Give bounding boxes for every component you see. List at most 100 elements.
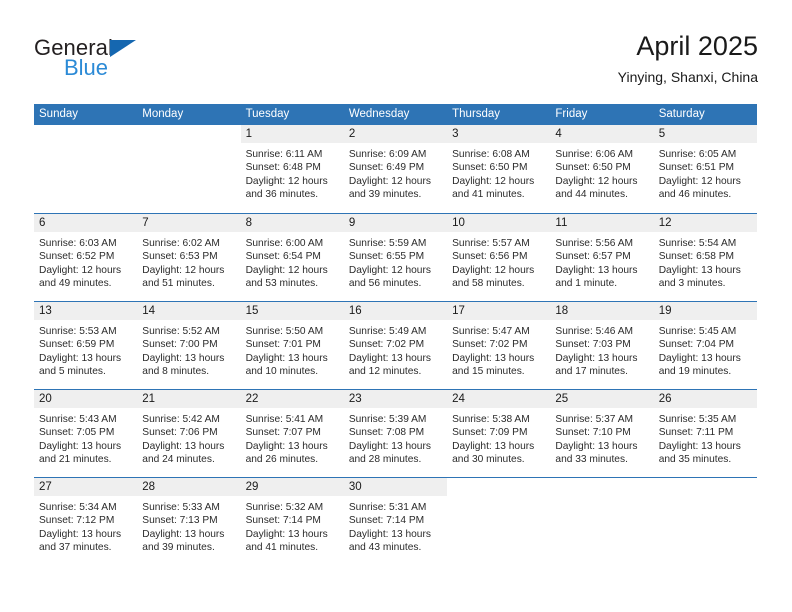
sunrise-time: Sunrise: 5:33 AM <box>142 502 220 513</box>
daylight-duration-line2: and 12 minutes. <box>348 366 422 378</box>
day-cell[interactable]: 23 Sunrise: 5:39 AM Sunset: 7:08 PM Dayligh… <box>343 390 448 477</box>
weekday-header-row: Sunday Monday Tuesday Wednesday Thursday… <box>34 104 757 125</box>
daylight-duration-line2: and 1 minute. <box>555 278 618 290</box>
sunrise-time: Sunrise: 6:08 AM <box>452 149 530 160</box>
daylight-duration-line1: Daylight: 13 hours <box>658 440 741 452</box>
sunset-time: Sunset: 6:52 PM <box>39 251 115 263</box>
day-cell[interactable]: 28 Sunrise: 5:33 AM Sunset: 7:13 PM Dayligh… <box>137 478 241 565</box>
day-cell-empty <box>34 125 138 213</box>
daylight-duration-line1: Daylight: 13 hours <box>142 528 225 540</box>
daylight-duration-line1: Daylight: 13 hours <box>555 264 638 276</box>
general-blue-logo[interactable]: General Blue <box>34 36 214 92</box>
day-cell[interactable]: 12 Sunrise: 5:54 AM Sunset: 6:58 PM Dayligh… <box>653 214 757 301</box>
day-cell[interactable]: 5 Sunrise: 6:05 AM Sunset: 6:51 PM Daylight… <box>653 125 757 213</box>
day-number: 28 <box>142 481 156 493</box>
day-cell[interactable]: 13 Sunrise: 5:53 AM Sunset: 6:59 PM Dayligh… <box>34 302 138 389</box>
daylight-duration-line1: Daylight: 12 hours <box>452 264 535 276</box>
weekday-monday: Monday <box>142 108 184 120</box>
sunrise-time: Sunrise: 5:43 AM <box>39 414 117 425</box>
sunrise-time: Sunrise: 6:03 AM <box>39 238 117 249</box>
calendar-page: General Blue April 2025 Yinying, Shanxi,… <box>0 0 792 612</box>
day-number: 22 <box>245 393 259 405</box>
day-number: 8 <box>245 217 252 229</box>
daylight-duration-line1: Daylight: 13 hours <box>245 528 328 540</box>
sunrise-time: Sunrise: 6:06 AM <box>555 149 633 160</box>
daylight-duration-line2: and 39 minutes. <box>348 189 422 201</box>
day-number-band: 26 <box>653 390 757 408</box>
day-cell[interactable]: 7 Sunrise: 6:02 AM Sunset: 6:53 PM Daylight… <box>137 214 241 301</box>
daylight-duration-line1: Daylight: 13 hours <box>245 440 328 452</box>
sunset-time: Sunset: 7:12 PM <box>39 515 115 527</box>
day-cell[interactable]: 14 Sunrise: 5:52 AM Sunset: 7:00 PM Dayligh… <box>137 302 241 389</box>
sunrise-time: Sunrise: 5:52 AM <box>142 326 220 337</box>
day-cell[interactable]: 3 Sunrise: 6:08 AM Sunset: 6:50 PM Daylight… <box>447 125 551 213</box>
sunset-time: Sunset: 7:02 PM <box>348 339 425 351</box>
day-cell[interactable]: 1 Sunrise: 6:11 AM Sunset: 6:48 PM Daylight… <box>240 125 344 213</box>
day-info: Sunrise: 5:41 AM Sunset: 7:07 PM Daylight:… <box>241 408 344 467</box>
daylight-duration-line1: Daylight: 12 hours <box>348 175 431 187</box>
day-info: Sunrise: 5:34 AM Sunset: 7:12 PM Daylight:… <box>34 496 137 555</box>
weekday-sunday: Sunday <box>39 108 79 120</box>
sunset-time: Sunset: 7:14 PM <box>348 515 425 527</box>
day-cell[interactable]: 20 Sunrise: 5:43 AM Sunset: 7:05 PM Dayligh… <box>34 390 138 477</box>
sunrise-time: Sunrise: 6:11 AM <box>245 149 323 160</box>
day-number-band: 19 <box>653 302 757 320</box>
day-cell[interactable]: 6 Sunrise: 6:03 AM Sunset: 6:52 PM Daylight… <box>34 214 138 301</box>
day-cell[interactable]: 19 Sunrise: 5:45 AM Sunset: 7:04 PM Dayligh… <box>653 302 757 389</box>
day-cell[interactable]: 18 Sunrise: 5:46 AM Sunset: 7:03 PM Dayligh… <box>550 302 654 389</box>
day-info: Sunrise: 5:59 AM Sunset: 6:55 PM Daylight:… <box>344 232 447 291</box>
day-cell[interactable]: 17 Sunrise: 5:47 AM Sunset: 7:02 PM Dayligh… <box>447 302 551 389</box>
daylight-duration-line2: and 49 minutes. <box>39 278 112 290</box>
day-number: 30 <box>348 481 362 493</box>
day-info: Sunrise: 5:50 AM Sunset: 7:01 PM Daylight:… <box>241 320 344 379</box>
daylight-duration-line2: and 43 minutes. <box>348 542 422 554</box>
page-subtitle: Yinying, Shanxi, China <box>617 69 758 85</box>
day-info: Sunrise: 6:11 AM Sunset: 6:48 PM Daylight:… <box>241 143 344 202</box>
day-number-band: 25 <box>550 390 654 408</box>
day-cell[interactable]: 30 Sunrise: 5:31 AM Sunset: 7:14 PM Dayligh… <box>343 478 448 565</box>
daylight-duration-line1: Daylight: 12 hours <box>348 264 431 276</box>
day-cell[interactable]: 8 Sunrise: 6:00 AM Sunset: 6:54 PM Daylight… <box>240 214 344 301</box>
daylight-duration-line1: Daylight: 13 hours <box>348 440 431 452</box>
day-cell[interactable]: 21 Sunrise: 5:42 AM Sunset: 7:06 PM Dayligh… <box>137 390 241 477</box>
day-cell[interactable]: 29 Sunrise: 5:32 AM Sunset: 7:14 PM Dayligh… <box>240 478 344 565</box>
daylight-duration-line1: Daylight: 13 hours <box>245 352 328 364</box>
day-info: Sunrise: 5:57 AM Sunset: 6:56 PM Daylight:… <box>447 232 550 291</box>
day-number: 29 <box>245 481 259 493</box>
daylight-duration-line1: Daylight: 13 hours <box>348 352 431 364</box>
day-cell[interactable]: 24 Sunrise: 5:38 AM Sunset: 7:09 PM Dayligh… <box>447 390 551 477</box>
sunrise-time: Sunrise: 5:42 AM <box>142 414 220 425</box>
sunrise-time: Sunrise: 5:34 AM <box>39 502 117 513</box>
sunrise-time: Sunrise: 5:53 AM <box>39 326 117 337</box>
day-cell[interactable]: 9 Sunrise: 5:59 AM Sunset: 6:55 PM Daylight… <box>343 214 448 301</box>
day-cell[interactable]: 4 Sunrise: 6:06 AM Sunset: 6:50 PM Daylight… <box>550 125 654 213</box>
daylight-duration-line1: Daylight: 12 hours <box>555 175 638 187</box>
daylight-duration-line2: and 30 minutes. <box>452 454 525 466</box>
day-number: 12 <box>658 217 672 229</box>
sunset-time: Sunset: 7:11 PM <box>658 427 734 439</box>
day-number: 6 <box>39 217 46 229</box>
day-cell[interactable]: 25 Sunrise: 5:37 AM Sunset: 7:10 PM Dayligh… <box>550 390 654 477</box>
daylight-duration-line2: and 26 minutes. <box>245 454 319 466</box>
day-number: 7 <box>142 217 149 229</box>
day-cell[interactable]: 16 Sunrise: 5:49 AM Sunset: 7:02 PM Dayligh… <box>343 302 448 389</box>
logo-text-blue: Blue <box>64 55 109 80</box>
daylight-duration-line2: and 37 minutes. <box>39 542 112 554</box>
day-cell[interactable]: 22 Sunrise: 5:41 AM Sunset: 7:07 PM Dayligh… <box>240 390 344 477</box>
sunrise-time: Sunrise: 6:02 AM <box>142 238 220 249</box>
day-cell[interactable]: 2 Sunrise: 6:09 AM Sunset: 6:49 PM Daylight… <box>343 125 448 213</box>
daylight-duration-line2: and 21 minutes. <box>39 454 112 466</box>
sunset-time: Sunset: 7:04 PM <box>658 339 735 351</box>
day-number-band: 29 <box>240 478 344 496</box>
daylight-duration-line1: Daylight: 12 hours <box>39 264 122 276</box>
day-cell[interactable]: 10 Sunrise: 5:57 AM Sunset: 6:56 PM Dayligh… <box>447 214 551 301</box>
day-cell[interactable]: 15 Sunrise: 5:50 AM Sunset: 7:01 PM Dayligh… <box>240 302 344 389</box>
day-number-band <box>447 478 551 496</box>
day-number-band: 12 <box>653 214 757 232</box>
sunrise-time: Sunrise: 5:37 AM <box>555 414 633 425</box>
daylight-duration-line1: Daylight: 13 hours <box>658 264 741 276</box>
day-cell[interactable]: 11 Sunrise: 5:56 AM Sunset: 6:57 PM Dayligh… <box>550 214 654 301</box>
day-cell[interactable]: 26 Sunrise: 5:35 AM Sunset: 7:11 PM Dayligh… <box>653 390 757 477</box>
day-cell[interactable]: 27 Sunrise: 5:34 AM Sunset: 7:12 PM Dayligh… <box>34 478 138 565</box>
sunrise-time: Sunrise: 5:50 AM <box>245 326 324 337</box>
